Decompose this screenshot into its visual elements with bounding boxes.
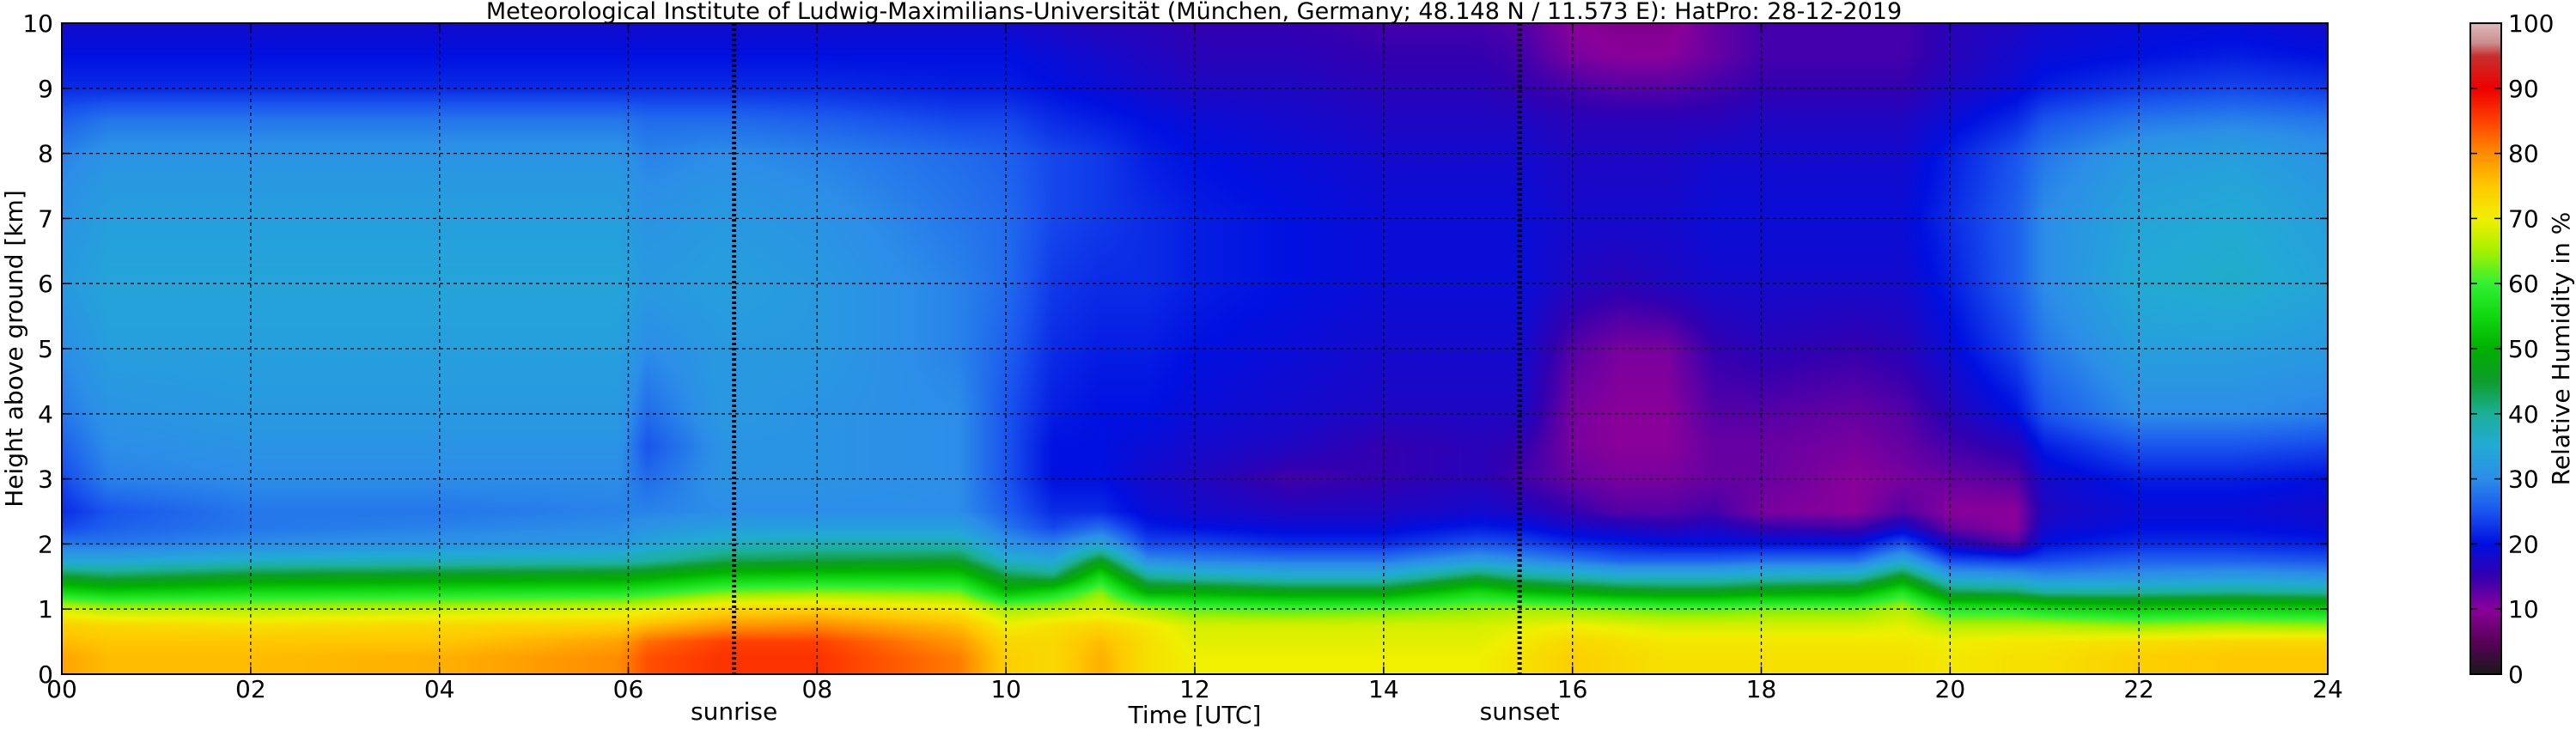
colorbar: 0 10 20 30 40 50 60 70 80 90 100 xyxy=(2469,9,2554,689)
x-tick-label: 18 xyxy=(1746,675,1777,703)
x-tick-label: 02 xyxy=(235,675,266,703)
colorbar-tick-label: 50 xyxy=(2508,335,2539,363)
colorbar-tick-label: 90 xyxy=(2508,75,2539,103)
y-tick-label: 6 xyxy=(38,270,53,298)
y-tick-label: 5 xyxy=(38,335,53,363)
x-tick-label: 06 xyxy=(613,675,644,703)
x-tick-label: 20 xyxy=(1935,675,1966,703)
sunrise-label: sunrise xyxy=(691,697,777,726)
y-tick-label: 8 xyxy=(38,140,53,168)
x-tick-label: 12 xyxy=(1179,675,1210,703)
x-tick-label: 08 xyxy=(802,675,833,703)
y-tick-label: 10 xyxy=(22,9,53,38)
y-tick-label: 4 xyxy=(38,400,53,429)
colorbar-tick-label: 80 xyxy=(2508,140,2539,168)
y-tick-label: 2 xyxy=(38,530,53,558)
colorbar-tick-label: 30 xyxy=(2508,465,2539,494)
heatmap-plot-area xyxy=(61,22,2329,675)
rh-time-height-chart: Meteorological Institute of Ludwig-Maxim… xyxy=(0,0,2575,729)
x-axis-label: Time [UTC] xyxy=(1128,701,1262,729)
chart-title: Meteorological Institute of Ludwig-Maxim… xyxy=(486,0,1902,25)
sunset-label: sunset xyxy=(1480,697,1560,726)
colorbar-tick-label: 100 xyxy=(2508,9,2554,38)
colorbar-tick-label: 60 xyxy=(2508,270,2539,298)
y-tick-label: 9 xyxy=(38,75,53,103)
y-tick-label: 1 xyxy=(38,595,53,624)
colorbar-tick-label: 40 xyxy=(2508,400,2539,429)
y-tick-label: 7 xyxy=(38,204,53,233)
colorbar-tick-label: 10 xyxy=(2508,595,2539,624)
x-tick-label: 22 xyxy=(2123,675,2154,703)
y-tick-label: 3 xyxy=(38,465,53,494)
x-tick-label: 16 xyxy=(1557,675,1588,703)
x-tick-label: 04 xyxy=(424,675,455,703)
x-tick-label: 10 xyxy=(990,675,1021,703)
y-axis-label: Height above ground [km] xyxy=(0,190,28,508)
colorbar-tick-label: 70 xyxy=(2508,204,2539,233)
colorbar-tick-label: 20 xyxy=(2508,530,2539,558)
colorbar-label: Relative Humidity in % xyxy=(2547,212,2575,486)
colorbar-tick-label: 0 xyxy=(2508,660,2524,689)
x-tick-label: 24 xyxy=(2312,675,2343,703)
y-tick-label: 0 xyxy=(38,660,53,689)
x-tick-label: 14 xyxy=(1368,675,1399,703)
